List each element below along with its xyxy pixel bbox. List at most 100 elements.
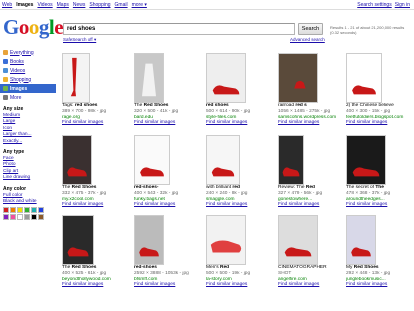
sidebar-item-images[interactable]: Images [0,84,56,93]
find-similar-link[interactable]: Find similar images [134,202,204,208]
red-shoe-icon [294,80,306,89]
image-result: red shoes 500 × 614 - 90k - jpg style-file… [206,53,276,126]
image-thumbnail[interactable] [206,215,246,265]
red-shoe-icon [67,167,87,177]
image-thumbnail[interactable] [62,135,92,185]
red-shoe-icon [211,167,235,177]
image-thumbnail[interactable] [62,53,90,103]
caption-bold-text: red s [295,103,307,108]
sidebar-item-everything[interactable]: Everything [0,48,56,57]
color-swatch[interactable] [24,207,30,214]
color-swatch[interactable] [31,214,37,221]
find-similar-link[interactable]: Find similar images [278,282,348,288]
find-similar-link[interactable]: Find similar images [206,282,276,288]
caption-text: 2) the Chinese believe [346,103,394,108]
color-swatch[interactable] [38,207,44,214]
nav-more[interactable]: more ▾ [132,2,147,8]
sign-in-link[interactable]: Sign in [395,2,410,8]
image-thumbnail[interactable] [206,135,240,185]
sidebar-item-label: More [10,94,22,101]
caption-bold-text: red-shoes- [134,185,159,190]
color-swatch[interactable] [10,214,16,221]
find-similar-link[interactable]: Find similar images [346,120,414,126]
image-thumbnail[interactable] [346,135,386,185]
sidebar-item-books[interactable]: Books [0,57,56,66]
nav-news[interactable]: News [73,2,86,8]
nav-gmail[interactable]: Gmail [115,2,128,8]
color-swatch[interactable] [17,214,23,221]
search-settings-link[interactable]: Search settings [357,2,391,8]
advanced-search-link[interactable]: Advanced search [290,37,325,42]
color-swatch[interactable] [38,214,44,221]
red-shoe-icon [212,85,240,95]
image-thumbnail[interactable] [346,53,382,103]
caption-bold-text: Red Shoes [353,265,379,270]
color-swatch[interactable] [24,214,30,221]
red-shoe-icon [282,167,300,177]
google-logo[interactable]: Google [3,13,64,41]
shopping-icon [3,77,8,82]
color-swatches [0,207,56,221]
red-shoe-icon [70,57,77,97]
nav-web[interactable]: Web [2,2,12,8]
image-thumbnail[interactable] [62,215,94,265]
red-shoe-icon [352,167,380,177]
red-shoe-icon [351,247,371,257]
find-similar-link[interactable]: Find similar images [134,120,204,126]
image-result: The secret of The 478 × 368 - 37k - jpg ar… [346,135,414,208]
image-thumbnail[interactable] [206,53,246,103]
color-swatch[interactable] [3,207,9,214]
caption-bold-text: The [375,185,384,190]
image-thumbnail[interactable] [278,53,318,103]
type-filter-link[interactable]: Line drawing [0,175,56,181]
caption-text: My [346,265,354,270]
image-thumbnail[interactable] [134,215,164,265]
color-swatch[interactable] [10,207,16,214]
caption-text: Tags: [62,103,75,108]
find-similar-link[interactable]: Find similar images [134,282,204,288]
nav-videos[interactable]: Videos [37,2,52,8]
image-thumbnail[interactable] [278,215,318,265]
type-filter-heading: Any type [3,148,25,155]
caption-text: Review: The [278,185,306,190]
caption-text: The [134,103,144,108]
search-button[interactable]: Search [298,23,323,35]
image-result: Men's Red 500 × 500 - 19k - jpg la-story.c… [206,215,276,288]
color-swatch[interactable] [17,207,23,214]
size-filter-link[interactable]: Exactly... [0,139,56,145]
top-links: Search settings Sign in [357,2,410,8]
sidebar-item-more[interactable]: More [0,93,56,102]
image-thumbnail[interactable] [134,53,164,103]
image-thumbnail[interactable] [346,215,376,265]
image-result: The Red Shoes 320 × 500 - 41k - jpg bard.e… [134,53,204,126]
red-shoe-icon [67,247,89,257]
red-shoe-icon [142,63,156,97]
image-thumbnail[interactable] [134,135,170,185]
sidebar-item-shopping[interactable]: Shopping [0,75,56,84]
search-input[interactable]: red shoes [63,23,295,35]
caption-bold-text: Red Shoes [71,185,97,190]
find-similar-link[interactable]: Find similar images [278,202,348,208]
find-similar-link[interactable]: Find similar images [346,202,414,208]
find-similar-link[interactable]: Find similar images [62,120,132,126]
nav-maps[interactable]: Maps [57,2,69,8]
nav-shopping[interactable]: Shopping [89,2,110,8]
color-filter-heading: Any color [3,185,27,192]
color-filter-link[interactable]: Black and white [0,199,56,205]
find-similar-link[interactable]: Find similar images [346,282,414,288]
color-swatch[interactable] [31,207,37,214]
safesearch-toggle[interactable]: SafeSearch off ▾ [63,37,96,43]
nav-images[interactable]: Images [16,2,33,8]
caption-text: railroad [278,103,296,108]
caption-text: Men's [206,265,220,270]
find-similar-link[interactable]: Find similar images [62,282,132,288]
find-similar-link[interactable]: Find similar images [278,120,348,126]
sidebar-item-videos[interactable]: Videos [0,66,56,75]
red-shoe-icon [139,247,159,257]
find-similar-link[interactable]: Find similar images [62,202,132,208]
top-nav: Web Images Videos Maps News Shopping Gma… [2,2,147,8]
image-thumbnail[interactable] [278,135,304,185]
find-similar-link[interactable]: Find similar images [206,120,276,126]
color-swatch[interactable] [3,214,9,221]
find-similar-link[interactable]: Find similar images [206,202,276,208]
